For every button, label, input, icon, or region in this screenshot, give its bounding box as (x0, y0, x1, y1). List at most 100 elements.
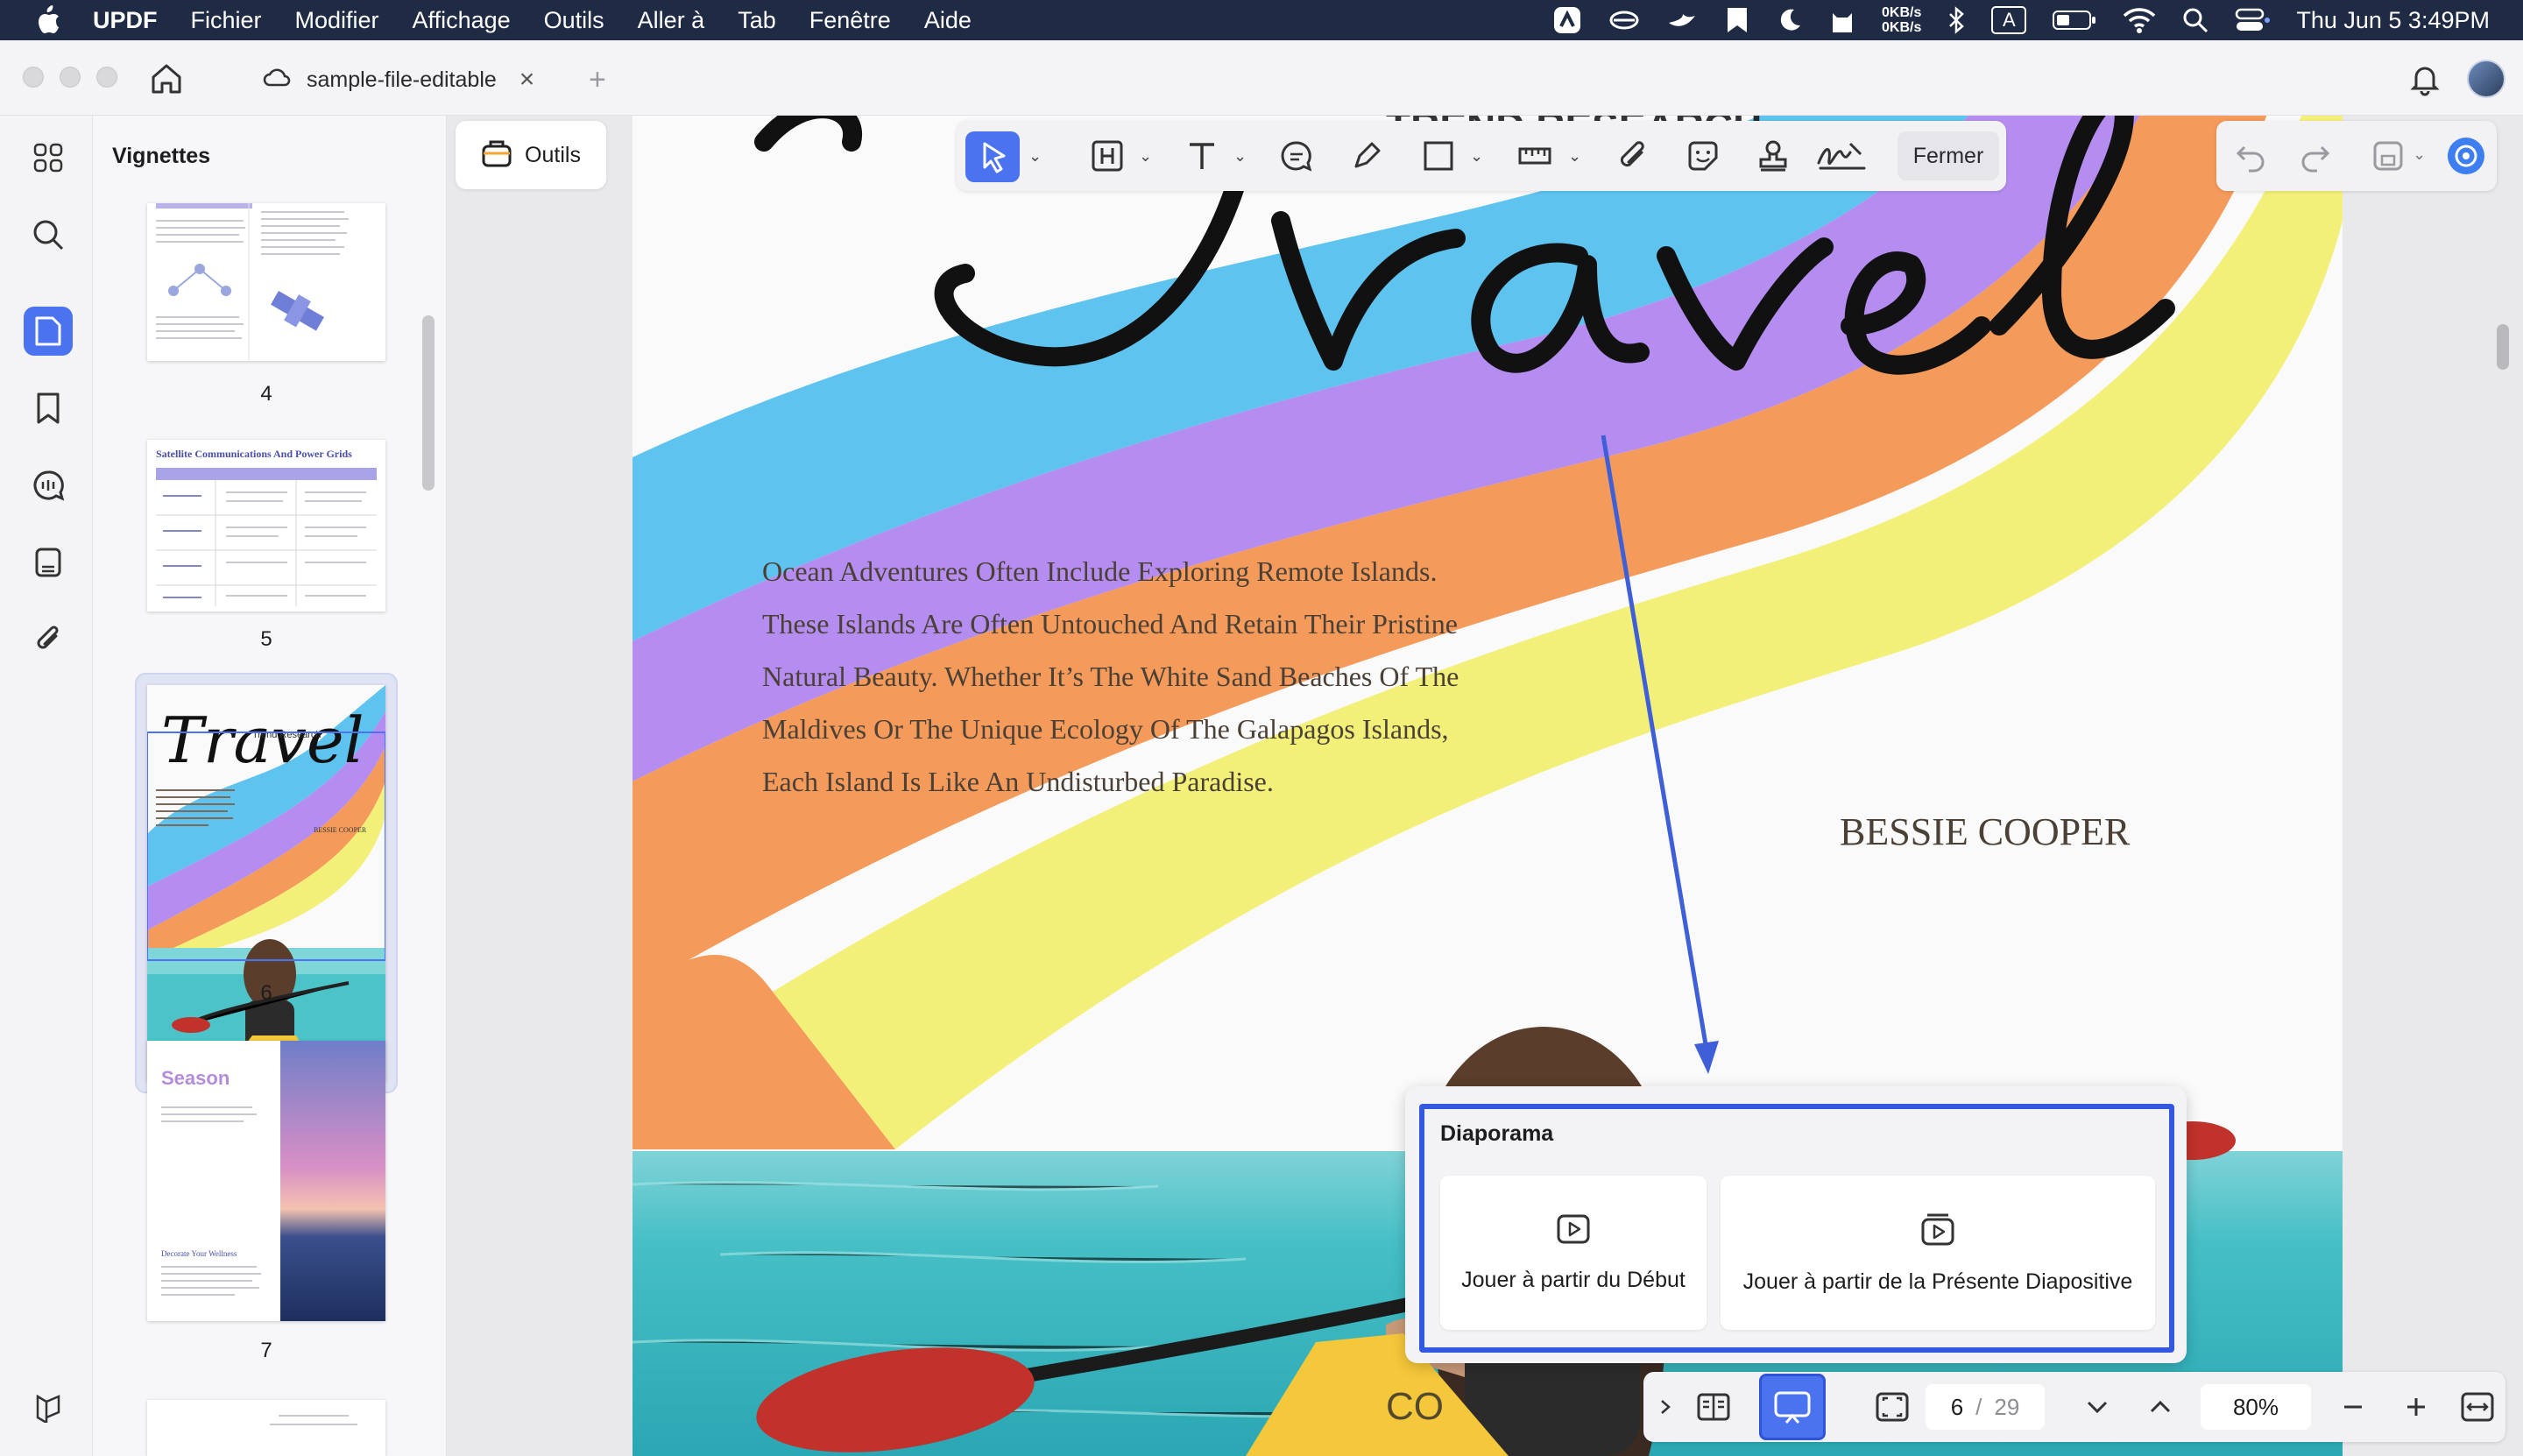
macos-menu-bar: UPDF Fichier Modifier Affichage Outils A… (0, 0, 2523, 40)
cat-app-icon[interactable] (1829, 6, 1855, 34)
chevron-down-icon[interactable]: ⌄ (1470, 147, 1483, 166)
bell-icon[interactable] (2407, 61, 2442, 96)
rail-grid-icon[interactable] (24, 133, 73, 182)
thumbnails-scrollbar[interactable] (422, 315, 435, 491)
page-author-name[interactable]: BESSIE COOPER (1840, 809, 2130, 854)
menu-affichage[interactable]: Affichage (413, 7, 511, 34)
chevron-down-icon[interactable]: ⌄ (1028, 147, 1042, 166)
rail-search-icon[interactable] (24, 210, 73, 259)
current-page-number[interactable]: 6 (1951, 1394, 1963, 1421)
signature-tool-icon[interactable] (1815, 138, 1868, 173)
thumbnail-page-number: 6 (260, 981, 272, 1005)
menubar-datetime[interactable]: Thu Jun 5 3:49PM (2296, 7, 2490, 34)
page-body-text[interactable]: Ocean Adventures Often Include Exploring… (762, 545, 1463, 808)
battery-icon[interactable] (2053, 9, 2096, 32)
play-from-current-button[interactable]: Jouer à partir de la Présente Diapositiv… (1721, 1176, 2155, 1330)
text-tool-icon[interactable] (1184, 138, 1219, 173)
measure-tool-icon[interactable] (1517, 138, 1552, 173)
play-icon (1556, 1213, 1591, 1245)
annotation-toolbar: ⌄ ⌄ ⌄ ⌄ ⌄ Fermer (957, 121, 2006, 191)
comment-tool-icon[interactable] (1279, 138, 1314, 173)
menu-aide[interactable]: Aide (924, 7, 972, 34)
rail-attachment-icon[interactable] (24, 615, 73, 664)
avatar[interactable] (2467, 60, 2505, 98)
thumbnail-page-6[interactable]: Travel Trend Research BESSIE COOPER (147, 685, 385, 1081)
close-window-button[interactable] (23, 67, 44, 88)
slideshow-button[interactable] (1759, 1374, 1826, 1440)
bluetooth-icon[interactable] (1947, 6, 1965, 34)
menu-aller-a[interactable]: Aller à (638, 7, 705, 34)
menu-outils[interactable]: Outils (544, 7, 604, 34)
menu-modifier[interactable]: Modifier (295, 7, 379, 34)
rail-form-icon[interactable] (24, 538, 73, 587)
next-page-icon[interactable] (2080, 1389, 2115, 1424)
total-pages: 29 (1994, 1393, 2020, 1420)
menu-fenetre[interactable]: Fenêtre (809, 7, 891, 34)
zoom-window-button[interactable] (96, 67, 117, 88)
thumbnail-page-8[interactable] (147, 1400, 385, 1456)
previous-page-icon[interactable] (2143, 1389, 2178, 1424)
tools-button[interactable]: Outils (456, 121, 606, 189)
home-icon[interactable] (149, 61, 184, 96)
close-tab-icon[interactable]: × (519, 65, 535, 95)
bookmark-app-icon[interactable] (1724, 6, 1750, 34)
thumbnail-6-subheading: Trend Research (252, 730, 321, 740)
play-from-start-button[interactable]: Jouer à partir du Début (1440, 1176, 1707, 1330)
rail-thumbnails-icon[interactable] (24, 307, 73, 356)
shape-tool-icon[interactable] (1421, 138, 1456, 173)
fit-width-icon[interactable] (2460, 1389, 2495, 1424)
undo-icon[interactable] (2234, 138, 2269, 173)
wifi-icon[interactable] (2123, 7, 2156, 33)
network-speed: 0KB/s 0KB/s (1882, 5, 1922, 35)
bird-app-icon[interactable] (1666, 7, 1698, 33)
control-center-icon[interactable] (2235, 7, 2271, 33)
highlight-tool-icon[interactable] (1090, 138, 1125, 173)
page-number-field[interactable]: 6 / 29 (1926, 1384, 2045, 1430)
stamp-tool-icon[interactable] (1756, 138, 1791, 173)
input-source-icon[interactable]: A (1991, 6, 2027, 34)
thumbnail-page-5[interactable]: Satellite Communications And Power Grids (147, 440, 385, 611)
chevron-right-icon[interactable] (1652, 1389, 1678, 1424)
close-toolbar-button[interactable]: Fermer (1898, 131, 1999, 180)
thumbnail-page-7[interactable]: Season Decorate Your Wellness (147, 1041, 385, 1321)
chevron-down-icon[interactable]: ⌄ (1139, 147, 1152, 166)
moon-icon[interactable] (1777, 7, 1803, 33)
cloud-sync-icon[interactable] (1608, 7, 1640, 33)
document-scrollbar[interactable] (2497, 324, 2509, 370)
menu-fichier[interactable]: Fichier (191, 7, 262, 34)
save-icon[interactable] (2371, 138, 2406, 173)
new-tab-button[interactable]: + (589, 63, 606, 97)
spotlight-search-icon[interactable] (2182, 7, 2209, 33)
apple-logo-icon[interactable] (35, 5, 63, 35)
rail-comment-icon[interactable] (24, 461, 73, 510)
thumbnail-7-heading: Season (161, 1067, 230, 1089)
page-layout-icon[interactable] (1696, 1389, 1731, 1424)
document-tab[interactable]: sample-file-editable × (263, 56, 569, 103)
menubar-status-area: 0KB/s 0KB/s A Thu Jun 5 3:49PM (1552, 0, 2490, 40)
pencil-tool-icon[interactable] (1349, 138, 1384, 173)
chevron-down-icon[interactable]: ⌄ (1568, 147, 1581, 166)
chevron-down-icon[interactable]: ⌄ (2413, 145, 2426, 164)
redo-icon[interactable] (2297, 138, 2332, 173)
chevron-down-icon[interactable]: ⌄ (1233, 147, 1247, 166)
thumbnail-page-4[interactable] (147, 203, 385, 361)
window-controls (23, 67, 117, 88)
zoom-in-icon[interactable] (2399, 1389, 2434, 1424)
sticker-tool-icon[interactable] (1686, 138, 1721, 173)
attachment-tool-icon[interactable] (1615, 138, 1650, 173)
menu-app-name[interactable]: UPDF (93, 7, 158, 34)
updf-status-icon[interactable] (1552, 5, 1582, 35)
menu-tab[interactable]: Tab (738, 7, 776, 34)
fit-screen-icon[interactable] (1875, 1389, 1910, 1424)
zoom-out-icon[interactable] (2336, 1389, 2371, 1424)
toolbox-icon (481, 138, 512, 173)
rail-layers-icon[interactable] (24, 1382, 73, 1431)
zoom-level-field[interactable]: 80% (2201, 1384, 2311, 1430)
select-tool-button[interactable] (965, 131, 1020, 182)
ai-assistant-icon[interactable] (2446, 136, 2486, 176)
rail-bookmark-icon[interactable] (24, 384, 73, 433)
minimize-window-button[interactable] (60, 67, 81, 88)
thumbnail-5-heading: Satellite Communications And Power Grids (156, 448, 352, 460)
svg-text:CO: CO (1386, 1385, 1444, 1428)
left-icon-rail (0, 116, 93, 1456)
